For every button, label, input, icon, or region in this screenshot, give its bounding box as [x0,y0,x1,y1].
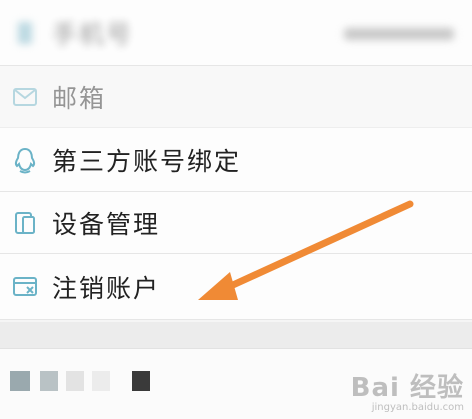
phone-value [344,28,454,40]
mail-icon [12,84,38,110]
settings-item-label: 注销账户 [52,273,161,303]
phone-icon [12,20,38,46]
pixelated-block [40,371,58,391]
settings-item-label: 设备管理 [52,209,161,239]
settings-item-device[interactable]: 设备管理 [0,192,472,254]
pixelated-block [92,371,110,391]
settings-item-phone[interactable]: 手机号 [0,0,472,66]
qq-penguin-icon [12,147,38,173]
settings-item-label: 第三方账号绑定 [52,146,242,176]
section-divider [0,322,472,349]
deregister-icon [12,274,38,300]
settings-item-third-party[interactable]: 第三方账号绑定 [0,128,472,192]
settings-item-label: 邮箱 [52,83,107,113]
settings-item-deregister[interactable]: 注销账户 [0,254,472,320]
pixelated-block [132,371,150,391]
pixelated-block [10,371,30,391]
device-icon [12,210,38,236]
pixelated-block [66,371,84,391]
settings-item-label: 手机号 [52,19,134,49]
baidu-jingyan-watermark: Bai 经验 jingyan.baidu.com [350,373,464,413]
settings-item-mail[interactable]: 邮箱 [0,66,472,128]
